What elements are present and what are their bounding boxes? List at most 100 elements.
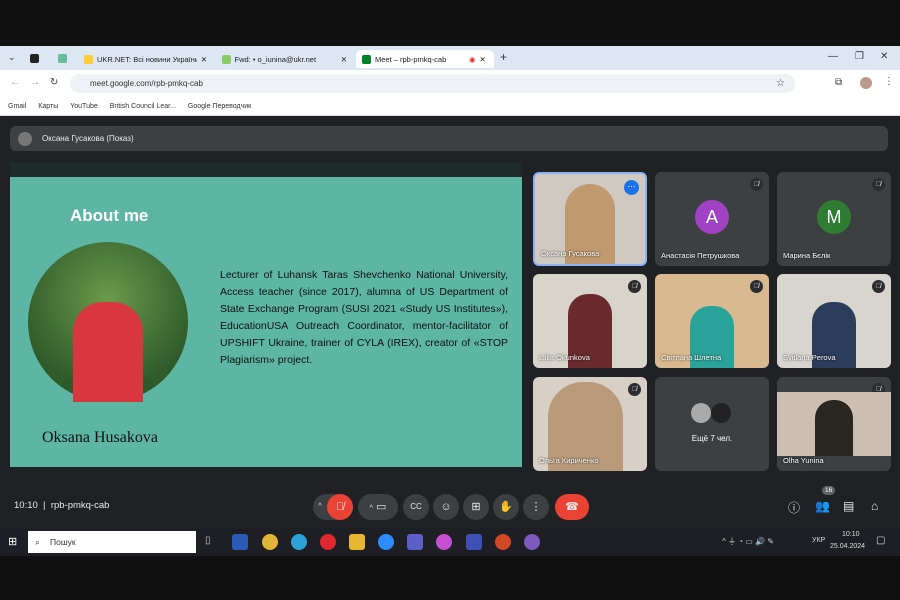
edge-icon[interactable] — [291, 534, 307, 550]
emoji-icon: ☺ — [440, 501, 452, 513]
participant-tile[interactable]: 🎙̸ Olha Yunina — [777, 377, 891, 471]
taskbar-search-input[interactable]: ⌕ Пошук — [28, 531, 196, 553]
camera-toggle-button[interactable]: ^ ▭ — [358, 494, 398, 520]
tab-ukrnet[interactable]: UKR.NET: Всі новини України ✕ — [78, 50, 213, 68]
avatar: A — [695, 200, 729, 234]
address-bar-row: ← → ↻ meet.google.com/rpb-pmkq-cab ☆ ⧉ ⋮ — [0, 70, 900, 98]
slide-name: Oksana Husakova — [42, 429, 158, 446]
chrome-icon[interactable] — [262, 534, 278, 550]
word-icon[interactable] — [232, 534, 248, 550]
forward-button[interactable]: → — [30, 77, 40, 88]
presenter-avatar — [18, 131, 32, 146]
slide-bio: Lecturer of Luhansk Taras Shevchenko Nat… — [220, 269, 508, 366]
presentation-slide: About me Oksana Husakova Lecturer of Luh… — [10, 162, 522, 467]
pinned-tab-icon[interactable] — [30, 54, 39, 63]
task-view-icon[interactable]: ▯ — [205, 535, 211, 546]
url-input[interactable]: meet.google.com/rpb-pmkq-cab ☆ — [70, 74, 795, 93]
new-tab-button[interactable]: + — [500, 50, 507, 64]
info-icon[interactable]: ⓘ — [788, 499, 800, 516]
meet-icon — [362, 54, 371, 64]
ukrnet-icon — [84, 54, 93, 64]
close-icon[interactable]: ✕ — [480, 55, 486, 64]
slide-title: About me — [70, 206, 149, 225]
participant-tile[interactable]: 🎙̸ M Марина Бєлік — [777, 172, 891, 266]
bookmarks-bar: Gmail Карты YouTube British Council Lear… — [0, 98, 900, 116]
close-icon[interactable]: ✕ — [341, 55, 347, 64]
avatar — [691, 403, 711, 423]
clock-time[interactable]: 10:10 — [842, 531, 860, 538]
chat-icon[interactable]: ▤ — [843, 499, 854, 513]
captions-button[interactable]: CC — [403, 494, 429, 520]
app-icon[interactable] — [466, 534, 482, 550]
search-icon: ⌕ — [35, 537, 40, 547]
bookmark-gmail[interactable]: Gmail — [8, 103, 26, 110]
captions-icon: CC — [410, 502, 422, 511]
chevron-up-icon[interactable]: ^ — [370, 505, 373, 512]
reload-button[interactable]: ↻ — [50, 77, 58, 88]
participant-tile[interactable]: 🎙̸ Світлана Шлетна — [655, 274, 769, 368]
participant-tile[interactable]: 🎙̸ Liliia Okunkova — [533, 274, 647, 368]
profile-photo — [28, 242, 188, 402]
bookmark-star-icon[interactable]: ☆ — [776, 74, 785, 93]
more-options-icon[interactable]: ⋯ — [624, 180, 639, 195]
menu-icon[interactable]: ⋮ — [884, 76, 894, 87]
recording-icon: ◉ — [469, 54, 476, 64]
tab-meet[interactable]: Meet – rpb-pmkq-cab ◉ ✕ — [356, 50, 494, 68]
bookmark-youtube[interactable]: YouTube — [70, 103, 98, 110]
participant-tile[interactable]: 🎙̸ A Анастасія Петрушкова — [655, 172, 769, 266]
system-tray-icons[interactable]: ^ ⏚ ◔ ▭ 🔊 ✎ — [722, 536, 774, 547]
notification-icon[interactable]: ▢ — [876, 535, 885, 546]
back-button[interactable]: ← — [10, 77, 20, 88]
extensions-icon[interactable]: ⧉ — [835, 77, 842, 88]
mic-off-icon: 🎙̸ — [628, 383, 641, 396]
mic-off-icon: 🎙̸ — [750, 280, 763, 293]
participant-count-badge: 16 — [822, 486, 836, 495]
powerpoint-icon[interactable] — [495, 534, 511, 550]
bookmark-british-council[interactable]: British Council Lear... — [110, 103, 176, 110]
pinned-tab-icon[interactable] — [58, 54, 67, 63]
minimize-button[interactable]: — — [828, 51, 838, 62]
presenter-bar: Оксана Гусакова (Показ) — [10, 126, 888, 151]
mic-off-icon: 🎙̸ — [872, 178, 885, 191]
bookmark-maps[interactable]: Карты — [38, 103, 58, 110]
video-feed — [777, 392, 891, 456]
more-participants-tile[interactable]: Ещё 7 чел. — [655, 377, 769, 471]
chevron-up-icon[interactable]: ^ — [313, 494, 327, 520]
camera-icon: ▭ — [375, 501, 387, 513]
mic-toggle-button[interactable]: ^ 🎙̸ — [313, 494, 353, 520]
file-explorer-icon[interactable] — [349, 534, 365, 550]
maximize-button[interactable]: ❐ — [855, 51, 864, 62]
app-icon[interactable] — [436, 534, 452, 550]
more-options-button[interactable]: ⋮ — [523, 494, 549, 520]
tab-mail[interactable]: Fwd: • o_iunina@ukr.net ✕ — [216, 50, 353, 68]
bookmark-translate[interactable]: Google Переводчик — [188, 103, 251, 110]
raise-hand-button[interactable]: ✋ — [493, 494, 519, 520]
participant-tile[interactable]: ⋯ Оксана Гусакова — [533, 172, 647, 266]
people-icon[interactable]: 👥 — [815, 499, 830, 513]
participant-tile[interactable]: 🎙̸ Svitlana Perova — [777, 274, 891, 368]
zoom-icon[interactable] — [378, 534, 394, 550]
clock-date[interactable]: 25.04.2024 — [830, 543, 865, 550]
close-icon[interactable]: ✕ — [201, 55, 207, 64]
avatar: M — [817, 200, 851, 234]
language-indicator[interactable]: УКР — [812, 537, 825, 544]
teams-icon[interactable] — [407, 534, 423, 550]
mail-icon — [222, 54, 231, 64]
activities-icon[interactable]: ⌂ — [871, 499, 878, 513]
photo-figure — [73, 302, 143, 402]
reactions-button[interactable]: ☺ — [433, 494, 459, 520]
tab-search-icon[interactable]: ⌄ — [8, 52, 16, 63]
close-window-button[interactable]: ✕ — [880, 51, 888, 62]
windows-start-icon[interactable]: ⊞ — [8, 535, 17, 548]
present-button[interactable]: ⊞ — [463, 494, 489, 520]
mic-off-icon: 🎙̸ — [750, 178, 763, 191]
hand-icon: ✋ — [499, 501, 513, 513]
slide-top-strip — [10, 162, 522, 177]
present-icon: ⊞ — [471, 501, 481, 513]
profile-avatar[interactable] — [860, 77, 872, 89]
participant-tile[interactable]: 🎙̸ Ольга Кириченко — [533, 377, 647, 471]
leave-call-button[interactable]: ☎ — [555, 494, 589, 520]
mic-off-icon: 🎙̸ — [872, 280, 885, 293]
opera-icon[interactable] — [320, 534, 336, 550]
viber-icon[interactable] — [524, 534, 540, 550]
